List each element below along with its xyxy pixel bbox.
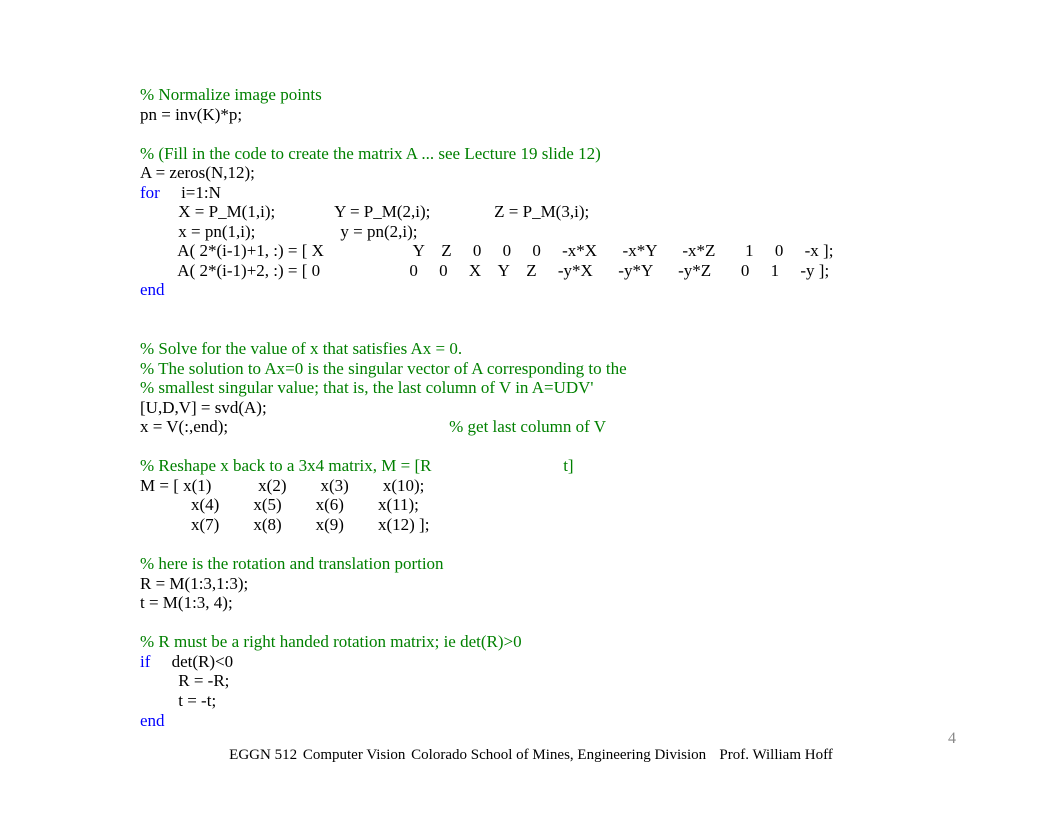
code-token: [U,D,V] = svd(A); — [140, 398, 267, 417]
code-token: % here is the rotation and translation p… — [140, 554, 444, 573]
code-token: x(7) x(8) x(9) x(12) ]; — [140, 515, 429, 534]
code-token: % Normalize image points — [140, 85, 322, 104]
code-token: pn = inv(K)*p; — [140, 105, 242, 124]
page-number: 4 — [948, 730, 956, 748]
code-token: if — [140, 652, 150, 671]
code-token: x(4) x(5) x(6) x(11); — [140, 495, 419, 514]
footer-course: EGGN 512 — [229, 747, 297, 763]
footer-title: Computer Vision — [303, 747, 406, 763]
code-token: R = -R; — [140, 671, 229, 690]
footer-org: Colorado School of Mines, Engineering Di… — [411, 747, 706, 763]
code-token: t = M(1:3, 4); — [140, 593, 233, 612]
code-token: x = pn(1,i); y = pn(2,i); — [140, 222, 417, 241]
code-token: X = P_M(1,i); Y = P_M(2,i); Z = P_M(3,i)… — [140, 202, 589, 221]
code-token: end — [140, 280, 165, 299]
footer: EGGN 512 Computer Vision Colorado School… — [0, 747, 1062, 764]
code-token: t = -t; — [140, 691, 216, 710]
code-token: % (Fill in the code to create the matrix… — [140, 144, 601, 163]
code-token: % Solve for the value of x that satisfie… — [140, 339, 462, 358]
code-token: R = M(1:3,1:3); — [140, 574, 248, 593]
code-token: % Reshape x back to a 3x4 matrix, M = [R… — [140, 456, 574, 475]
code-token: % smallest singular value; that is, the … — [140, 378, 594, 397]
code-block: % Normalize image points pn = inv(K)*p; … — [0, 0, 1062, 730]
code-token: A( 2*(i-1)+1, :) = [ X Y Z 0 0 0 -x*X -x… — [140, 241, 833, 260]
code-token: x = V(:,end); — [140, 417, 449, 436]
code-token: A( 2*(i-1)+2, :) = [ 0 0 0 X Y Z -y*X -y… — [140, 261, 829, 280]
footer-prof: Prof. William Hoff — [719, 747, 832, 763]
code-token: % The solution to Ax=0 is the singular v… — [140, 359, 627, 378]
code-token: i=1:N — [160, 183, 221, 202]
code-token: % get last column of V — [449, 417, 606, 436]
code-token: A = zeros(N,12); — [140, 163, 255, 182]
code-token: % R must be a right handed rotation matr… — [140, 632, 522, 651]
code-token: end — [140, 711, 165, 730]
code-token: M = [ x(1) x(2) x(3) x(10); — [140, 476, 424, 495]
code-token: for — [140, 183, 160, 202]
code-token: det(R)<0 — [150, 652, 233, 671]
